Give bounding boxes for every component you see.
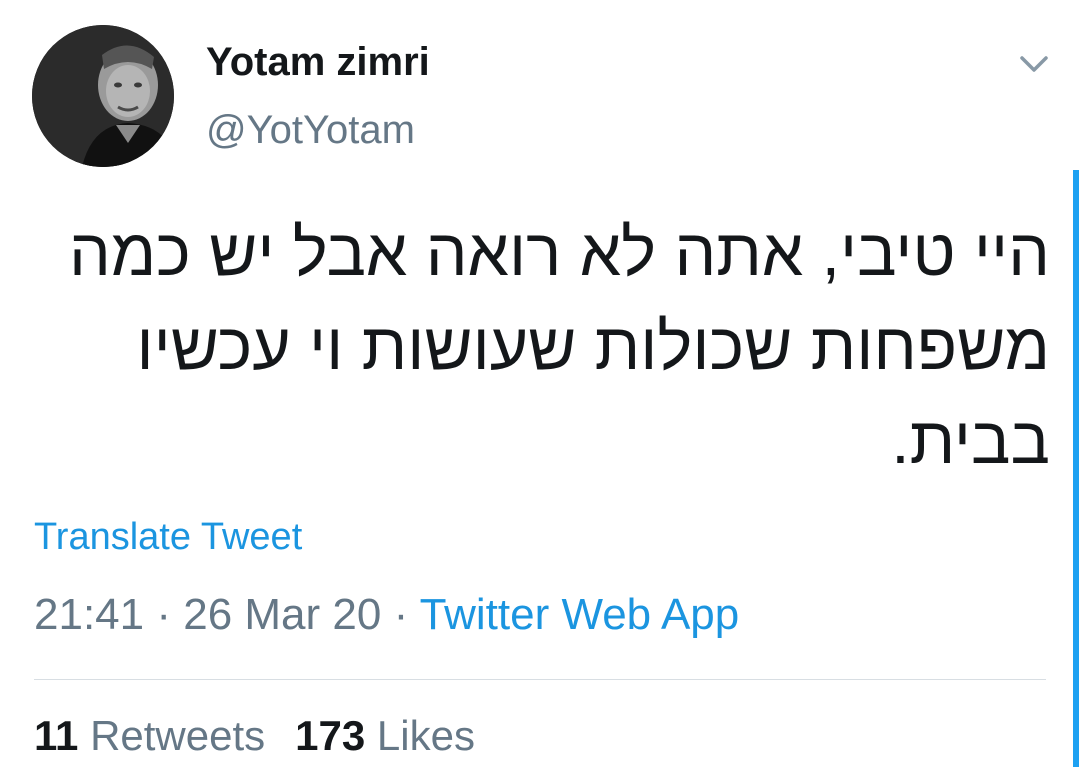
tweet-time[interactable]: 21:41 — [34, 590, 144, 639]
tweet-stats: 11 Retweets 173 Likes — [34, 712, 475, 760]
likes-stat[interactable]: 173 Likes — [295, 712, 475, 759]
avatar[interactable] — [32, 25, 174, 167]
translate-tweet-link[interactable]: Translate Tweet — [34, 516, 302, 559]
scrollbar[interactable] — [1073, 170, 1079, 767]
likes-label: Likes — [376, 712, 475, 759]
tweet-text: היי טיבי, אתה לא רואה אבל יש כמה משפחות … — [40, 205, 1050, 487]
chevron-down-icon — [1020, 56, 1048, 72]
avatar-photo — [32, 25, 174, 167]
tweet-detail: Yotam zimri @YotYotam היי טיבי, אתה לא ר… — [0, 0, 1079, 767]
retweets-count: 11 — [34, 712, 79, 759]
retweets-label: Retweets — [90, 712, 266, 759]
meta-separator: · — [393, 590, 409, 639]
author-handle[interactable]: @YotYotam — [206, 108, 415, 153]
tweet-text-line: בבית. — [891, 403, 1050, 477]
tweet-meta: 21:41 · 26 Mar 20 · Twitter Web App — [34, 590, 739, 640]
tweet-date[interactable]: 26 Mar 20 — [183, 590, 381, 639]
likes-count: 173 — [295, 712, 366, 759]
more-options-button[interactable] — [1014, 50, 1054, 78]
meta-separator: · — [156, 590, 171, 639]
retweets-stat[interactable]: 11 Retweets — [34, 712, 265, 759]
tweet-text-line: משפחות שכולות שעושות וי עכשיו — [136, 309, 1051, 383]
divider — [34, 679, 1046, 680]
tweet-source-link[interactable]: Twitter Web App — [420, 590, 740, 639]
author-display-name[interactable]: Yotam zimri — [206, 40, 430, 85]
tweet-text-line: היי טיבי, אתה לא רואה אבל יש כמה — [68, 215, 1050, 289]
